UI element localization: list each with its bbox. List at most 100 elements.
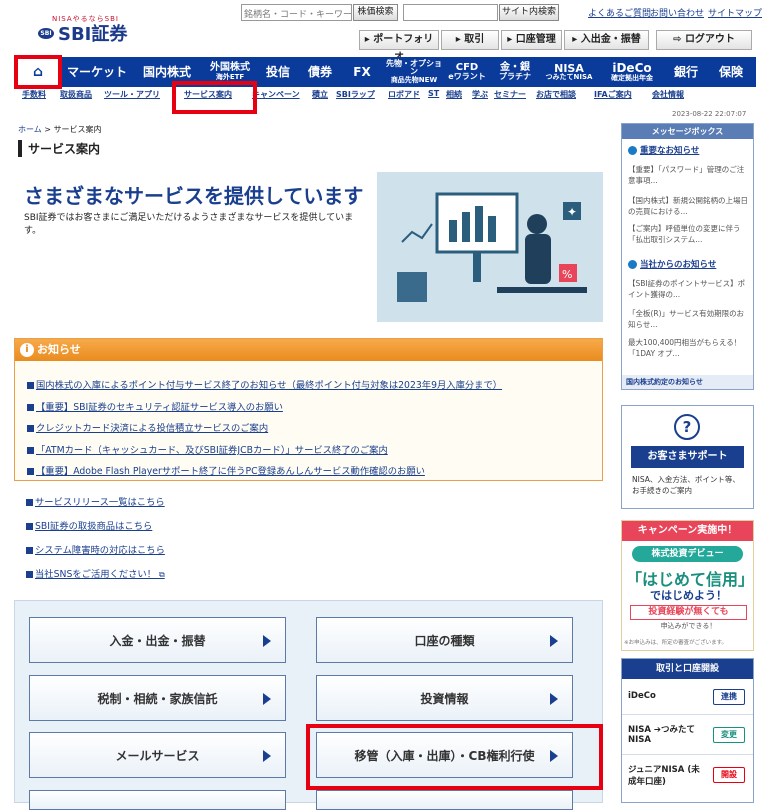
investment-info-tile[interactable]: 投資情報	[316, 675, 573, 721]
nav-fees[interactable]: 手数料	[22, 89, 46, 100]
message-box: メッセージボックス 重要なお知らせ 【重要】「パスワード」管理のご注意事項...…	[621, 123, 754, 390]
nav-nisa[interactable]: NISA つみたてNISA	[540, 57, 598, 87]
arrow-right-icon	[263, 693, 271, 705]
logout-button[interactable]: ⇨ ログアウト	[656, 30, 752, 50]
nav-fx[interactable]: FX	[342, 57, 382, 87]
hero-heading: さまざまなサービスを提供しています	[24, 184, 364, 208]
logout-icon: ⇨	[673, 34, 682, 45]
deposit-withdrawal-tile[interactable]: 入金・出金・振替	[29, 617, 286, 663]
campaign-header: キャンペーン実施中！	[622, 521, 753, 541]
breadcrumb-current: サービス案内	[53, 125, 102, 134]
site-search-button[interactable]: サイト内検索	[499, 4, 559, 21]
more-tile[interactable]	[316, 790, 573, 810]
notice-item[interactable]: 「ATMカード（キャッシュカード、及びSBI証券JCBカード）」サービス終了のご…	[27, 442, 388, 456]
support-box: ? お客さまサポート NISA、入金方法、ポイント等、お手続きのご案内	[621, 405, 754, 509]
account-types-tile[interactable]: 口座の種類	[316, 617, 573, 663]
notice-box: i お知らせ 国内株式の入庫によるポイント付与サービス終了のお知らせ（最終ポイント…	[14, 338, 603, 481]
info-icon	[628, 260, 637, 269]
important-notices-link[interactable]: 重要なお知らせ	[628, 144, 699, 156]
message-item[interactable]: 【SBI証券のポイントサービス】ポイント獲得の...	[628, 278, 748, 300]
question-icon: ?	[674, 414, 700, 440]
main-nav: ⌂ マーケット 国内株式 外国株式 海外ETF 投信 債券 FX 先物・オプション…	[14, 57, 756, 87]
arrow-right-icon	[263, 750, 271, 762]
home-highlight	[14, 55, 62, 89]
junior-nisa-open-button[interactable]: 開設	[713, 767, 745, 783]
stock-search-button[interactable]: 株価検索	[353, 4, 398, 21]
nav-ideco[interactable]: iDeCo 確定拠出年金	[602, 57, 662, 87]
nav-cfd[interactable]: CFD eワラント	[444, 57, 490, 87]
faq-link[interactable]: よくあるご質問	[588, 6, 651, 19]
info-icon	[628, 146, 637, 155]
arrow-right-icon	[550, 693, 558, 705]
secondary-nav: 手数料 取扱商品 ツール・アプリ サービス案内 キャンペーン 積立 SBIラップ…	[22, 89, 742, 103]
nav-funds[interactable]: 投信	[258, 57, 298, 87]
account-management-button[interactable]: ▸ 口座管理	[501, 30, 562, 50]
svg-text:✦: ✦	[567, 205, 577, 219]
nav-products[interactable]: 取扱商品	[60, 89, 92, 100]
portfolio-button[interactable]: ▸ ポートフォリオ	[359, 30, 439, 63]
nav-robo-advisor[interactable]: ロボアド	[388, 89, 420, 100]
svg-text:%: %	[562, 268, 572, 281]
mail-service-tile[interactable]: メールサービス	[29, 732, 286, 778]
message-item[interactable]: 「全板(R)」サービス有効期限のお知らせ...	[628, 308, 748, 330]
service-release-link[interactable]: サービスリリース一覧はこちら	[26, 494, 165, 508]
business-illustration-icon: ✦ %	[377, 172, 603, 322]
hero-illustration: ✦ %	[377, 172, 603, 322]
nisa-change-button[interactable]: 変更	[713, 727, 745, 743]
more-tile[interactable]	[29, 790, 286, 810]
company-notices-link[interactable]: 当社からのお知らせ	[628, 258, 716, 270]
message-item[interactable]: 【国内株式】新規公開銘柄の上場日の売買における...	[628, 195, 748, 217]
arrow-right-icon	[550, 635, 558, 647]
nav-st[interactable]: ST	[428, 89, 439, 98]
sbi-logo-icon: SBI	[38, 27, 54, 39]
trade-button[interactable]: ▸ 取引	[441, 30, 499, 50]
nav-bonds[interactable]: 債券	[300, 57, 340, 87]
nav-futures-options[interactable]: 先物・オプション 商品先物NEW	[386, 57, 442, 87]
campaign-title-2: ではじめよう！	[650, 589, 727, 602]
sns-link[interactable]: 当社SNSをご活用ください！ ⧉	[26, 566, 165, 580]
notice-item[interactable]: クレジットカード決済による投信積立サービスのご案内	[27, 420, 268, 434]
ideco-link-button[interactable]: 連携	[713, 689, 745, 705]
system-failure-link[interactable]: システム障害時の対応はこちら	[26, 542, 165, 556]
notice-item[interactable]: 【重要】Adobe Flash Playerサポート終了に伴うPC登録あんしんサ…	[27, 463, 425, 477]
products-link[interactable]: SBI証券の取扱商品はこちら	[26, 518, 152, 532]
nav-bank[interactable]: 銀行	[666, 57, 706, 87]
breadcrumb: ホーム > サービス案内	[18, 125, 102, 134]
message-item[interactable]: 【ご案内】呼値単位の変更に伴う「払出取引システム...	[628, 223, 748, 245]
deposit-transfer-button[interactable]: ▸ 入出金・振替	[564, 30, 649, 50]
hero-description: SBI証券ではお客さまにご満足いただけるようさまざまなサービスを提供しています。	[24, 213, 354, 236]
nav-tools-apps[interactable]: ツール・アプリ	[104, 89, 160, 100]
breadcrumb-home[interactable]: ホーム	[18, 125, 42, 134]
nav-market[interactable]: マーケット	[62, 57, 132, 87]
sbi-logo[interactable]: SBI SBI証券	[38, 20, 127, 46]
message-item[interactable]: 【重要】「パスワード」管理のご注意事項...	[628, 164, 748, 186]
info-icon: i	[20, 343, 34, 357]
nav-store-consult[interactable]: お店で相談	[536, 89, 576, 100]
ideco-row: iDeCo 連携	[622, 679, 753, 715]
stock-search-input[interactable]: 銘柄名・コード・キーワード	[241, 4, 352, 21]
nav-sbi-wrap[interactable]: SBIラップ	[336, 89, 375, 100]
sitemap-link[interactable]: サイトマップ	[708, 6, 762, 19]
site-search-input[interactable]	[403, 4, 498, 21]
customer-support-button[interactable]: お客さまサポート	[631, 446, 744, 468]
execution-notice-link[interactable]: 国内株式約定のお知らせ	[622, 375, 753, 389]
message-item[interactable]: 最大100,400円相当がもらえる！「1DAY オプ...	[628, 337, 748, 359]
message-box-title: メッセージボックス	[622, 124, 753, 139]
contact-link[interactable]: お問い合わせ	[650, 6, 704, 19]
nav-insurance[interactable]: 保険	[710, 57, 752, 87]
services-highlight	[172, 81, 257, 114]
nav-company-info[interactable]: 会社情報	[652, 89, 684, 100]
nav-inheritance[interactable]: 相続	[446, 89, 462, 100]
nav-installment[interactable]: 積立	[312, 89, 328, 100]
campaign-banner[interactable]: キャンペーン実施中！ 株式投資デビュー 「はじめて信用」 ではじめよう！ 投資経…	[621, 520, 754, 651]
nav-ifa[interactable]: IFAご案内	[594, 89, 632, 100]
nav-seminar[interactable]: セミナー	[494, 89, 526, 100]
notice-item[interactable]: 国内株式の入庫によるポイント付与サービス終了のお知らせ（最終ポイント付与対象は2…	[27, 377, 502, 391]
nav-campaign[interactable]: キャンペーン	[252, 89, 300, 100]
tax-inheritance-tile[interactable]: 税制・相続・家族信託	[29, 675, 286, 721]
account-opening-title: 取引と口座開設	[622, 659, 753, 679]
logo-text: SBI証券	[58, 24, 128, 45]
notice-item[interactable]: 【重要】SBI証券のセキュリティ認証サービス導入のお願い	[27, 399, 283, 413]
nav-learn[interactable]: 学ぶ	[472, 89, 488, 100]
nav-gold-silver[interactable]: 金・銀 プラチナ	[492, 57, 538, 87]
